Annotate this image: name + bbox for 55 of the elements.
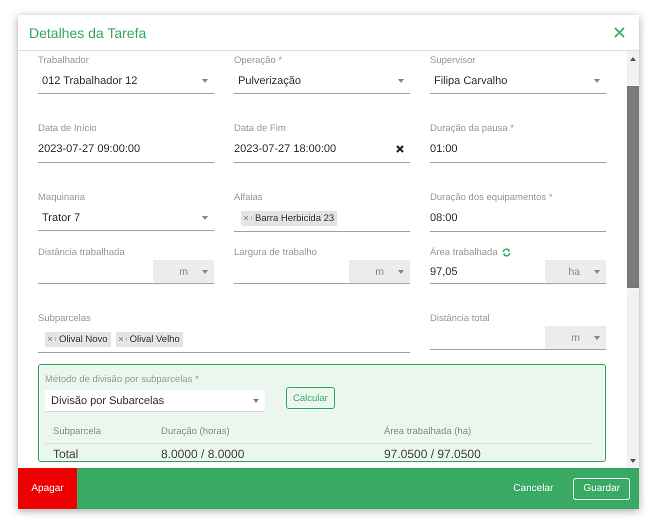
- tag-field[interactable]: Olival Novo Olival Velho: [38, 326, 410, 353]
- tag-chip[interactable]: Olival Velho: [116, 332, 183, 346]
- input-field[interactable]: 08:00: [430, 205, 606, 232]
- select-field[interactable]: Trator 7: [38, 205, 214, 231]
- tag-chip[interactable]: Olival Novo: [45, 332, 111, 346]
- caret-icon: [202, 216, 208, 220]
- select-field[interactable]: Pulverização: [234, 68, 410, 94]
- table-cell: Total: [45, 444, 153, 461]
- scroll-down-icon[interactable]: [630, 459, 636, 463]
- field-label: Subparcelas: [38, 313, 91, 324]
- field-label: Área trabalhada: [430, 247, 498, 258]
- select-field[interactable]: Divisão por Subarcelas: [45, 390, 265, 412]
- select-field[interactable]: Filipa Carvalho: [430, 68, 606, 94]
- caret-icon: [594, 270, 600, 274]
- tag-field[interactable]: Barra Herbicida 23: [234, 205, 410, 232]
- field-label: Duração da pausa *: [430, 123, 514, 134]
- input-field[interactable]: 2023-07-27 18:00:00: [234, 136, 410, 163]
- select-field[interactable]: 012 Trabalhador 12: [38, 68, 214, 94]
- refresh-icon[interactable]: [502, 248, 511, 257]
- field-label: Distância total: [430, 313, 490, 324]
- remove-icon[interactable]: [118, 337, 127, 341]
- caret-icon: [202, 78, 208, 82]
- table-cell: 97.0500 / 97.0500: [376, 444, 592, 461]
- field-label: Trabalhador: [38, 55, 89, 66]
- caret-icon: [253, 398, 259, 402]
- column-header: Duração (horas): [153, 426, 376, 444]
- caret-icon: [398, 78, 404, 82]
- caret-icon: [594, 78, 600, 82]
- field-label: Método de divisão por subparcelas *: [45, 374, 199, 385]
- field-label: Maquinaria: [38, 192, 85, 203]
- field-label: Distância trabalhada: [38, 247, 125, 258]
- field-label: Largura de trabalho: [234, 247, 317, 258]
- scroll-up-icon[interactable]: [630, 57, 636, 61]
- caret-icon: [594, 336, 600, 340]
- remove-icon[interactable]: [48, 337, 56, 341]
- column-header: Subparcela: [45, 426, 153, 444]
- delete-button[interactable]: Apagar: [18, 468, 77, 509]
- input-field[interactable]: 01:00: [430, 136, 606, 163]
- field-label: Data de Início: [38, 123, 97, 134]
- field-label: Operação *: [234, 55, 282, 66]
- scrollbar[interactable]: [627, 51, 639, 468]
- field-label: Data de Fim: [234, 123, 286, 134]
- caret-icon: [398, 270, 404, 274]
- field-label: Supervisor: [430, 55, 476, 66]
- caret-icon: [202, 270, 208, 274]
- field-label: Alfaias: [234, 192, 263, 203]
- table-cell: 8.0000 / 8.0000: [153, 444, 376, 461]
- tag-chip[interactable]: Barra Herbicida 23: [241, 210, 338, 226]
- column-header: Área trabalhada (ha): [376, 426, 592, 444]
- field-label: Duração dos equipamentos *: [430, 192, 553, 203]
- remove-icon[interactable]: [244, 216, 252, 220]
- clear-icon[interactable]: [396, 145, 404, 153]
- close-icon[interactable]: [614, 27, 625, 38]
- dialog-title: Detalhes da Tarefa: [29, 24, 146, 40]
- input-field[interactable]: 2023-07-27 09:00:00: [38, 136, 214, 163]
